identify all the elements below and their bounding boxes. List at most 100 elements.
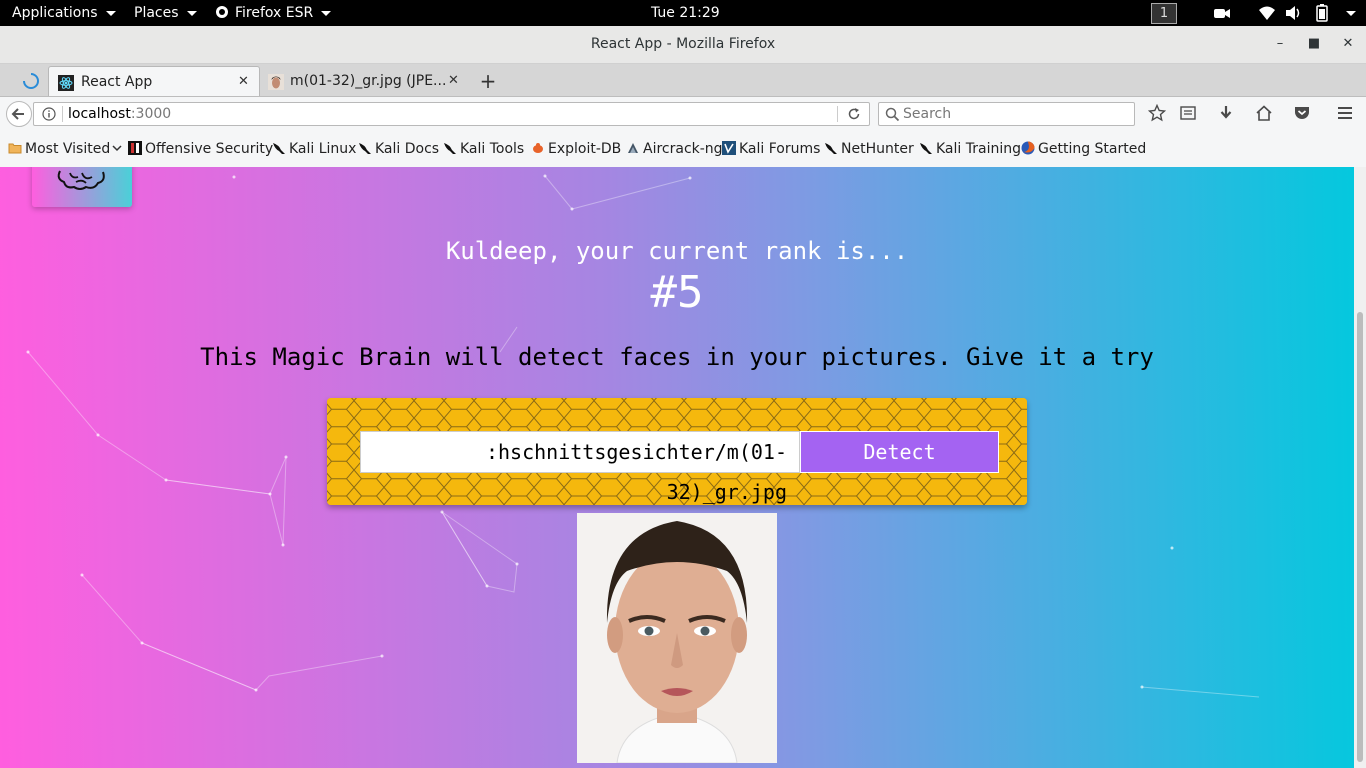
new-tab-plus-icon[interactable]: + bbox=[478, 66, 498, 96]
bookmark-nethunter[interactable]: NetHunter bbox=[824, 140, 914, 158]
url-host: localhost bbox=[68, 106, 131, 122]
app-description: This Magic Brain will detect faces in yo… bbox=[200, 343, 1154, 371]
video-icon[interactable] bbox=[1213, 0, 1231, 26]
scrollbar-thumb[interactable] bbox=[1357, 312, 1363, 762]
bookmark-kali-forums[interactable]: Kali Forums bbox=[722, 140, 820, 158]
search-bar[interactable]: Search bbox=[878, 102, 1135, 126]
info-icon[interactable] bbox=[42, 107, 56, 121]
reload-icon[interactable] bbox=[847, 107, 861, 121]
bookmark-getting-started[interactable]: Getting Started bbox=[1021, 140, 1146, 158]
close-window-icon[interactable]: ✕ bbox=[1338, 34, 1358, 54]
face-image bbox=[577, 513, 777, 763]
bookmarks-toolbar: Most Visited Offensive Security Kali Lin… bbox=[0, 131, 1366, 168]
url-text: localhost:3000 bbox=[68, 103, 171, 125]
kali-dragon-icon bbox=[920, 143, 932, 154]
chevron-down-icon bbox=[321, 10, 332, 16]
bookmark-label: Most Visited bbox=[25, 141, 111, 157]
back-button[interactable] bbox=[6, 101, 32, 127]
bookmark-label: Kali Tools bbox=[460, 141, 525, 157]
search-icon bbox=[885, 107, 900, 122]
url-bar[interactable]: localhost:3000 bbox=[33, 102, 870, 126]
image-link-form: :hschnittsgesichter/m(01-32)_gr.jpg Dete… bbox=[327, 398, 1027, 505]
kali-dragon-icon bbox=[444, 143, 456, 154]
kali-dragon-icon bbox=[359, 143, 371, 154]
rank-number: #5 bbox=[650, 267, 704, 318]
folder-icon bbox=[8, 143, 22, 154]
bookmark-label: NetHunter bbox=[841, 141, 914, 157]
applications-label: Applications bbox=[12, 5, 98, 21]
tab-react-app[interactable]: React App ✕ bbox=[48, 66, 260, 96]
clock[interactable]: Tue 21:29 bbox=[651, 0, 720, 26]
kali-dragon-icon bbox=[825, 143, 837, 154]
tab-label: m(01-32)_gr.jpg (JPE... bbox=[290, 73, 447, 89]
chevron-down-icon bbox=[186, 10, 197, 16]
bookmark-label: Exploit-DB bbox=[548, 141, 622, 157]
minimize-icon[interactable]: – bbox=[1270, 34, 1290, 54]
tab-image[interactable]: m(01-32)_gr.jpg (JPE... ✕ bbox=[262, 66, 470, 96]
system-top-bar: Applications Places Firefox ESR Tue 21:2… bbox=[0, 0, 1366, 26]
volume-icon[interactable] bbox=[1285, 0, 1303, 26]
chevron-down-icon bbox=[105, 10, 116, 16]
download-icon[interactable] bbox=[1216, 104, 1236, 124]
tab-strip: React App ✕ m(01-32)_gr.jpg (JPE... ✕ + bbox=[0, 64, 1366, 97]
bookmark-offensive-security[interactable]: Offensive Security bbox=[128, 140, 273, 158]
workspace-indicator[interactable]: 1 bbox=[1151, 3, 1177, 24]
bookmark-label: Aircrack-ng bbox=[643, 141, 723, 157]
loading-spinner-icon bbox=[22, 72, 40, 90]
chevron-down-icon bbox=[112, 145, 122, 152]
brain-logo[interactable] bbox=[32, 167, 132, 207]
window-titlebar: React App - Mozilla Firefox – ■ ✕ bbox=[0, 26, 1366, 64]
hamburger-menu-icon[interactable] bbox=[1335, 104, 1355, 124]
bookmark-most-visited[interactable]: Most Visited bbox=[8, 140, 122, 158]
firefox-icon bbox=[216, 6, 228, 18]
bookmark-label: Kali Linux bbox=[289, 141, 357, 157]
wifi-icon[interactable] bbox=[1258, 0, 1276, 26]
bookmark-label: Kali Docs bbox=[375, 141, 440, 157]
react-icon bbox=[58, 75, 74, 91]
firefox-app-menu[interactable]: Firefox ESR bbox=[215, 0, 332, 26]
window-title: React App - Mozilla Firefox bbox=[590, 36, 776, 52]
brain-icon bbox=[57, 170, 105, 190]
bookmark-aircrack-ng[interactable]: Aircrack-ng bbox=[626, 140, 723, 158]
bookmark-label: Kali Training bbox=[936, 141, 1021, 157]
maximize-icon[interactable]: ■ bbox=[1304, 34, 1324, 54]
battery-icon[interactable] bbox=[1315, 0, 1329, 26]
reading-list-icon[interactable] bbox=[1178, 104, 1198, 124]
url-port: :3000 bbox=[130, 106, 172, 122]
places-menu[interactable]: Places bbox=[134, 0, 197, 26]
urlbar-divider bbox=[837, 106, 838, 122]
bookmark-kali-docs[interactable]: Kali Docs bbox=[358, 140, 439, 158]
navigation-toolbar: localhost:3000 Search bbox=[0, 97, 1366, 131]
page-scrollbar[interactable] bbox=[1354, 167, 1366, 768]
firefox-icon bbox=[1021, 141, 1035, 155]
pocket-icon[interactable] bbox=[1292, 104, 1312, 124]
exploit-db-bug-icon bbox=[533, 143, 543, 153]
bookmark-label: Getting Started bbox=[1038, 141, 1147, 157]
rank-message: Kuldeep, your current rank is... bbox=[445, 237, 909, 265]
detect-button[interactable]: Detect bbox=[800, 431, 999, 473]
image-url-input[interactable]: :hschnittsgesichter/m(01-32)_gr.jpg bbox=[360, 431, 800, 504]
firefox-app-label: Firefox ESR bbox=[235, 5, 314, 21]
places-label: Places bbox=[134, 5, 179, 21]
bookmark-kali-training[interactable]: Kali Training bbox=[919, 140, 1021, 158]
photo-thumb-icon bbox=[268, 74, 284, 90]
bookmark-kali-tools[interactable]: Kali Tools bbox=[443, 140, 524, 158]
offensive-security-icon bbox=[128, 141, 142, 155]
applications-menu[interactable]: Applications bbox=[12, 0, 116, 26]
close-tab-icon[interactable]: ✕ bbox=[238, 67, 249, 97]
bookmark-exploit-db[interactable]: Exploit-DB bbox=[531, 140, 621, 158]
tab-label: React App bbox=[81, 74, 153, 90]
system-menu-chevron-icon[interactable] bbox=[1338, 0, 1356, 26]
kali-dragon-icon bbox=[273, 143, 285, 154]
close-tab-icon[interactable]: ✕ bbox=[448, 66, 459, 96]
urlbar-divider bbox=[62, 106, 63, 122]
bookmark-label: Kali Forums bbox=[739, 141, 821, 157]
bookmark-label: Offensive Security bbox=[145, 141, 274, 157]
bookmark-kali-linux[interactable]: Kali Linux bbox=[272, 140, 356, 158]
bookmark-star-icon[interactable] bbox=[1147, 103, 1167, 124]
home-icon[interactable] bbox=[1254, 104, 1274, 124]
kali-forums-icon bbox=[722, 141, 736, 155]
search-placeholder: Search bbox=[903, 106, 952, 122]
page-content: Kuldeep, your current rank is... #5 This… bbox=[0, 167, 1354, 768]
back-arrow-icon bbox=[11, 108, 24, 120]
